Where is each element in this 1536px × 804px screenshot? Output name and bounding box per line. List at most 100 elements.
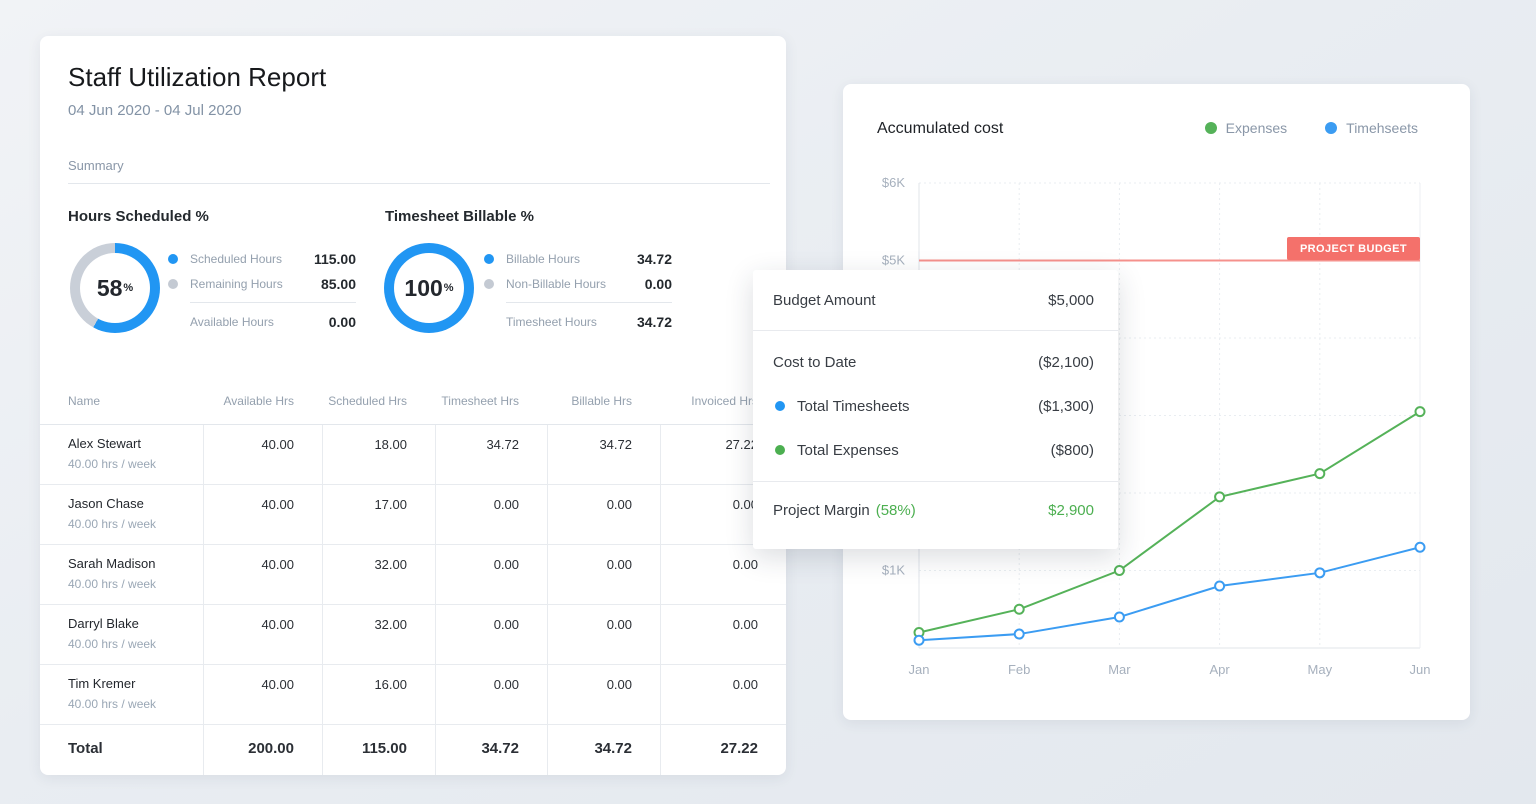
page-title: Staff Utilization Report [68,62,326,93]
staff-table: NameAvailable HrsScheduled HrsTimesheet … [40,378,786,775]
hours-cell: 34.72 [547,425,660,484]
data-point-timehseets-mar [1115,613,1124,622]
footer-value: 34.72 [637,314,672,330]
footer-label: Timesheet Hours [506,315,637,329]
staff-name: Tim Kremer [68,676,203,691]
hours-cell: 0.00 [660,545,786,604]
column-header: Available Hrs [203,394,322,408]
hours-cell: 34.72 [435,425,547,484]
hours-scheduled-donut: 58% [70,243,160,333]
data-point-timehseets-jan [915,636,924,645]
total-value-cell: 115.00 [322,725,435,775]
x-axis-tick: Feb [1008,662,1030,677]
data-point-expenses-feb [1015,605,1024,614]
hours-cell: 0.00 [435,485,547,544]
timesheet-billable-donut-hole: 100% [394,253,464,323]
cost-to-date-value: ($2,100) [1038,354,1094,371]
hours-cell: 0.00 [660,665,786,724]
hours-scheduled-percent: 58 [97,275,123,302]
data-point-timehseets-jun [1416,543,1425,552]
data-point-expenses-apr [1215,492,1224,501]
hours-cell: 0.00 [435,605,547,664]
cost-to-date-row: Cost to Date ($2,100) [753,340,1118,384]
hours-cell: 0.00 [547,485,660,544]
staff-hours-per-week: 40.00 hrs / week [68,457,203,471]
hours-cell: 0.00 [660,605,786,664]
hours-cell: 17.00 [322,485,435,544]
table-row: Tim Kremer40.00 hrs / week40.0016.000.00… [40,665,786,725]
summary-legend-row: Scheduled Hours115.00 [168,246,356,271]
staff-hours-per-week: 40.00 hrs / week [68,637,203,651]
hours-scheduled-donut-hole: 58% [80,253,150,323]
legend-label: Remaining Hours [190,277,321,291]
total-value-cell: 34.72 [547,725,660,775]
data-point-expenses-jun [1416,407,1425,416]
hours-cell: 0.00 [547,545,660,604]
legend-divider [506,302,672,303]
total-timesheets-value: ($1,300) [1038,398,1094,415]
legend-value: 85.00 [321,276,356,292]
total-expenses-label: Total Expenses [797,442,899,459]
budget-amount-label: Budget Amount [773,292,876,309]
x-axis-tick: Apr [1209,662,1230,677]
project-budget-badge: PROJECT BUDGET [1287,237,1420,260]
staff-name-cell: Alex Stewart40.00 hrs / week [40,425,203,484]
hours-cell: 0.00 [435,665,547,724]
staff-hours-per-week: 40.00 hrs / week [68,517,203,531]
total-expenses-value: ($800) [1051,442,1094,459]
hours-cell: 0.00 [547,665,660,724]
data-point-expenses-mar [1115,566,1124,575]
hours-cell: 0.00 [547,605,660,664]
legend-dot-icon [484,279,494,289]
timesheet-billable-percent: 100 [404,275,442,302]
staff-hours-per-week: 40.00 hrs / week [68,577,203,591]
total-value-cell: 27.22 [660,725,786,775]
staff-hours-per-week: 40.00 hrs / week [68,697,203,711]
summary-section-label: Summary [68,158,124,173]
staff-name-cell: Sarah Madison 40.00 hrs / week [40,545,203,604]
staff-table-header: NameAvailable HrsScheduled HrsTimesheet … [40,378,786,425]
staff-name: Darryl Blake [68,616,203,631]
staff-name: Jason Chase [68,496,203,511]
column-header: Name [40,394,203,408]
table-row: Darryl Blake40.00 hrs / week40.0032.000.… [40,605,786,665]
legend-divider [190,302,356,303]
budget-amount-value: $5,000 [1048,292,1094,309]
project-margin-row: Project Margin (58%) $2,900 [753,482,1118,538]
summary-legend-row: Remaining Hours85.00 [168,271,356,296]
timesheet-billable-heading: Timesheet Billable % [385,208,534,225]
staff-table-total-row: Total200.00115.0034.7234.7227.22 [40,725,786,775]
x-axis-tick: Jun [1410,662,1431,677]
hours-cell: 40.00 [203,485,322,544]
total-value-cell: 200.00 [203,725,322,775]
summary-footer-row: Timesheet Hours34.72 [484,309,672,334]
y-axis-tick: $1K [882,563,905,578]
expenses-dot-icon [775,445,785,455]
column-header: Timesheet Hrs [435,394,547,408]
footer-label: Available Hours [190,315,329,329]
timesheet-billable-legend: Billable Hours34.72Non-Billable Hours0.0… [484,246,672,334]
summary-footer-row: Available Hours0.00 [168,309,356,334]
data-point-expenses-may [1315,469,1324,478]
x-axis-tick: May [1308,662,1333,677]
legend-dot-icon [484,254,494,264]
total-timesheets-row: Total Timesheets ($1,300) [753,384,1118,428]
timesheets-dot-icon [775,401,785,411]
staff-utilization-card: Staff Utilization Report 04 Jun 2020 - 0… [40,36,786,775]
project-margin-percent: (58%) [876,502,916,519]
total-timesheets-label: Total Timesheets [797,398,910,415]
summary-legend-row: Billable Hours34.72 [484,246,672,271]
staff-name: Sarah Madison [68,556,203,571]
data-point-timehseets-apr [1215,582,1224,591]
series-line-timehseets [919,547,1420,640]
hours-cell: 40.00 [203,665,322,724]
table-row: Jason Chase40.00 hrs / week40.0017.000.0… [40,485,786,545]
hours-cell: 32.00 [322,605,435,664]
hours-cell: 32.00 [322,545,435,604]
hours-scheduled-legend: Scheduled Hours115.00Remaining Hours85.0… [168,246,356,334]
hours-cell: 40.00 [203,545,322,604]
hours-cell: 40.00 [203,425,322,484]
hours-cell: 40.00 [203,605,322,664]
legend-value: 34.72 [637,251,672,267]
total-value-cell: 34.72 [435,725,547,775]
